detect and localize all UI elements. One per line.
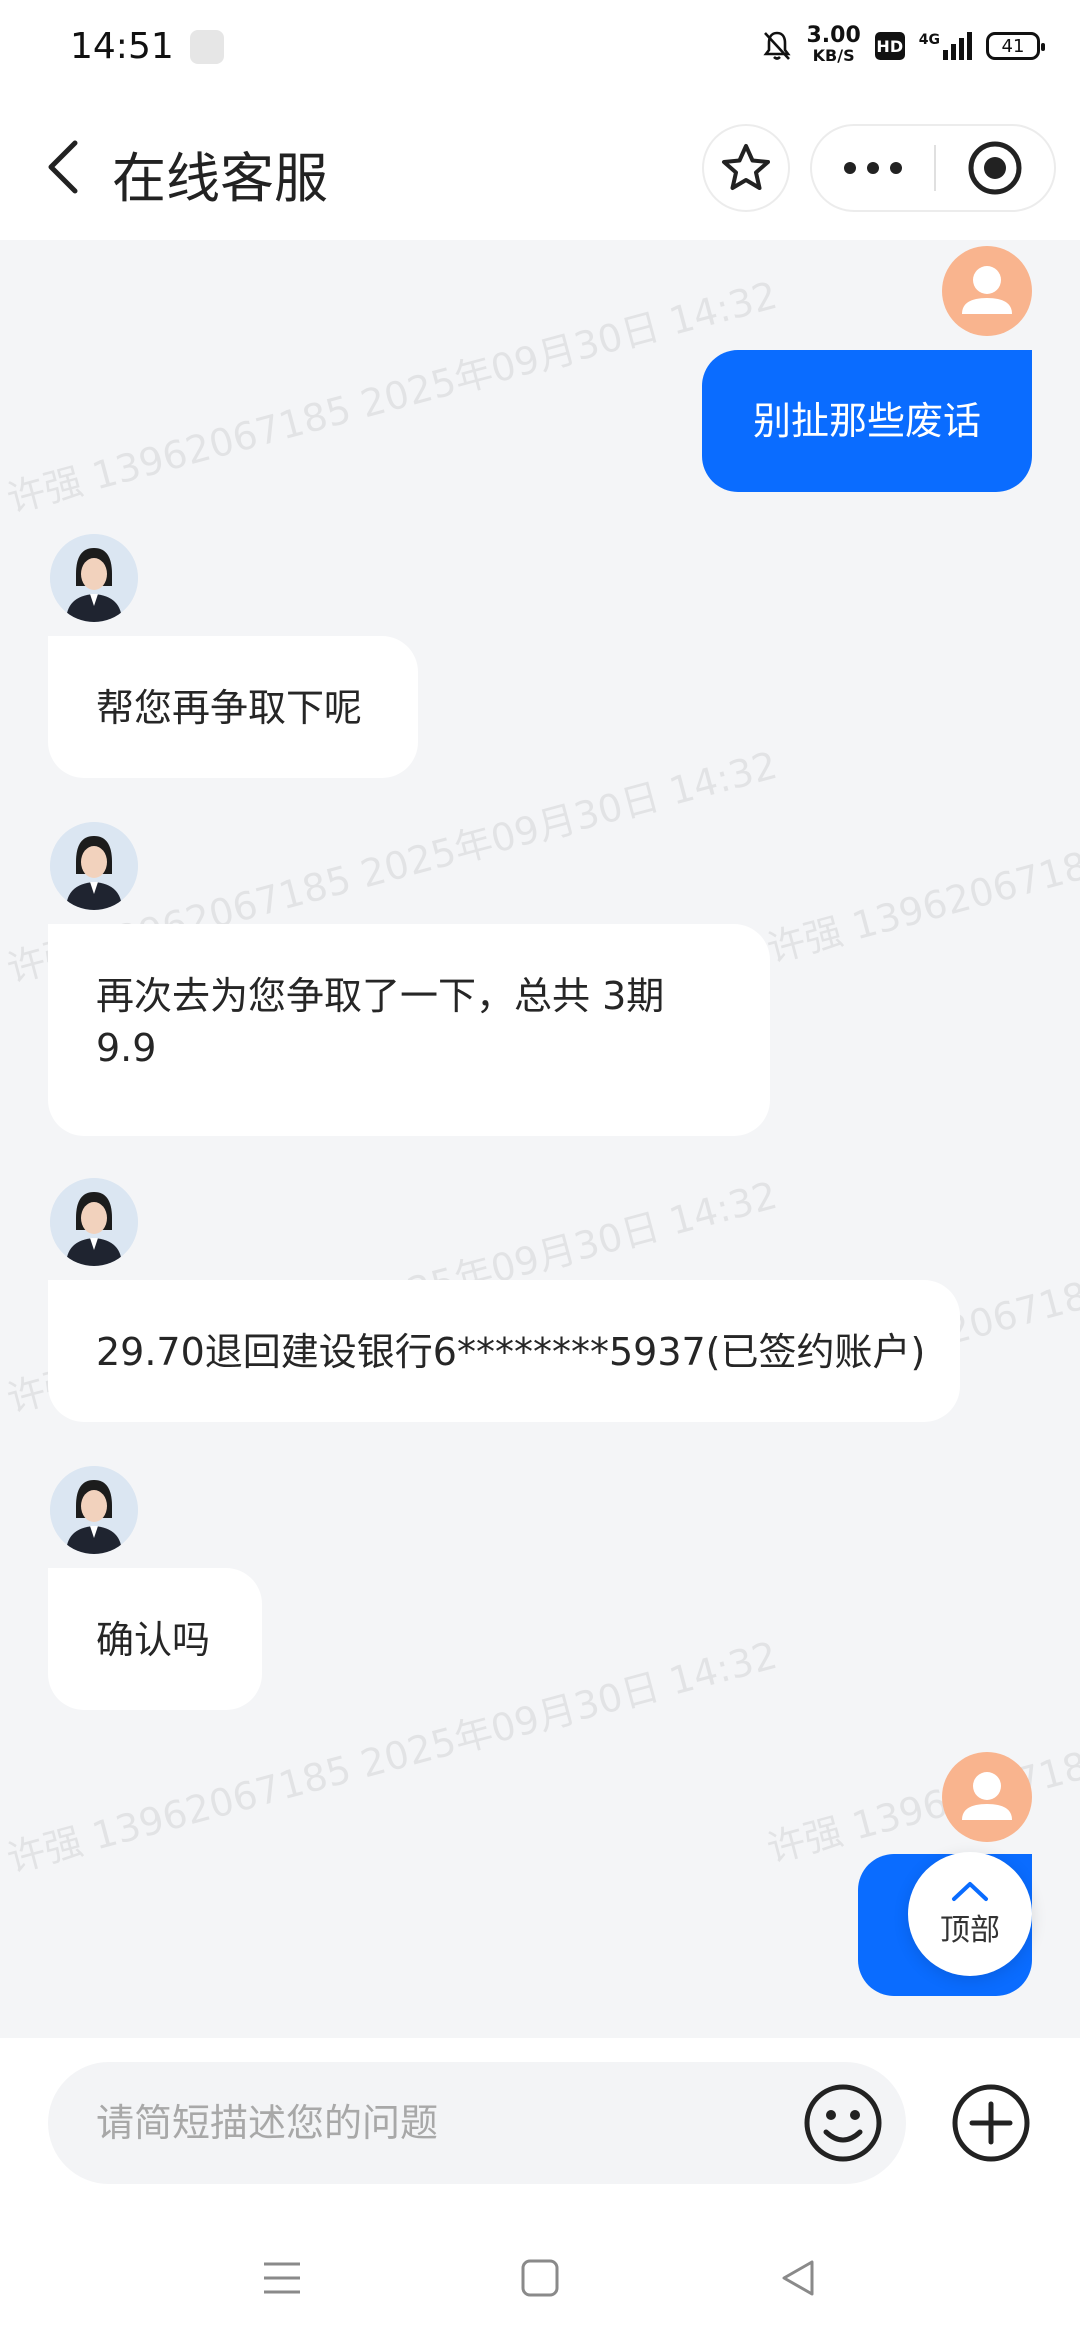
nav-menu-button[interactable] — [252, 2248, 312, 2308]
add-attachment-button[interactable] — [948, 2080, 1034, 2166]
signal-label: 4G — [918, 32, 940, 48]
back-button[interactable] — [28, 132, 98, 202]
star-icon — [722, 144, 770, 190]
favorite-button[interactable] — [702, 124, 790, 212]
status-time: 14:51 — [70, 26, 174, 67]
agent-avatar — [50, 534, 138, 622]
chat-area[interactable]: 许强 13962067185 2025年09月30日 14:32 许强 1396… — [0, 240, 1080, 2038]
net-speed-value: 3.00 — [806, 23, 861, 48]
scroll-top-button[interactable]: 顶部 — [908, 1852, 1032, 1976]
agent-message-bubble: 帮您再争取下呢 — [48, 636, 418, 778]
more-button[interactable] — [812, 126, 934, 210]
more-icon — [844, 162, 902, 174]
chevron-up-icon — [952, 1882, 988, 1901]
notification-app-icon — [190, 30, 224, 64]
agent-message-bubble: 再次去为您争取了一下，总共 3期9.9 — [48, 924, 770, 1136]
header: 在线客服 — [0, 98, 1080, 240]
message-text: 帮您再争取下呢 — [96, 686, 363, 730]
back-arrow-icon — [48, 140, 78, 194]
agent-avatar — [50, 1178, 138, 1266]
net-speed: 3.00 KB/S — [806, 23, 861, 66]
watermark: 许强 13962067185 2025年09月30日 14:32 — [762, 1623, 1080, 1872]
message-text: 别扯那些废话 — [752, 399, 981, 443]
agent-photo-icon — [50, 534, 138, 622]
input-bar — [0, 2038, 1080, 2214]
plus-circle-icon — [952, 2084, 1030, 2162]
page-title: 在线客服 — [112, 147, 328, 210]
message-text: 确认吗 — [96, 1618, 211, 1662]
user-avatar — [942, 246, 1032, 336]
scroll-top-label: 顶部 — [940, 1913, 1000, 1948]
system-nav-bar — [0, 2214, 1080, 2340]
message-text: 29.70退回建设银行6********5937(已签约账户) — [96, 1330, 926, 1374]
agent-message-bubble: 确认吗 — [48, 1568, 262, 1710]
agent-message-bubble: 29.70退回建设银行6********5937(已签约账户) — [48, 1280, 960, 1422]
agent-avatar — [50, 1466, 138, 1554]
user-message-bubble: 别扯那些废话 — [702, 350, 1032, 492]
smiley-icon — [804, 2084, 882, 2162]
status-icons: 3.00 KB/S HD 4G 41 — [762, 23, 1045, 66]
mute-bell-icon — [763, 31, 792, 60]
mini-program-capsule — [810, 124, 1056, 212]
status-bar: 14:51 3.00 KB/S HD 4G 41 — [0, 0, 1080, 98]
battery-level: 41 — [1001, 35, 1025, 57]
triangle-back-icon — [782, 2260, 814, 2296]
message-text: 再次去为您争取了一下，总共 3期9.9 — [96, 974, 665, 1070]
user-avatar — [942, 1752, 1032, 1842]
agent-photo-icon — [50, 1466, 138, 1554]
emoji-button[interactable] — [800, 2080, 886, 2166]
agent-photo-icon — [50, 1178, 138, 1266]
square-icon — [521, 2259, 559, 2297]
close-target-icon — [968, 141, 1022, 195]
watermark: 许强 13962067185 2025年09月30日 14:32 — [762, 723, 1080, 972]
battery-indicator: 41 — [986, 32, 1045, 60]
net-speed-unit: KB/S — [812, 46, 855, 65]
watermark: 许强 13962067185 2025年09月30日 14:32 — [2, 272, 782, 522]
nav-home-button[interactable] — [510, 2248, 570, 2308]
agent-photo-icon — [50, 822, 138, 910]
hd-badge: HD — [874, 32, 905, 60]
signal-icon: 4G — [919, 32, 972, 60]
menu-icon — [264, 2262, 300, 2294]
close-button[interactable] — [936, 126, 1054, 210]
nav-back-button[interactable] — [768, 2248, 828, 2308]
agent-avatar — [50, 822, 138, 910]
person-icon — [962, 266, 1012, 314]
message-input[interactable] — [48, 2062, 906, 2184]
person-icon — [962, 1772, 1012, 1820]
